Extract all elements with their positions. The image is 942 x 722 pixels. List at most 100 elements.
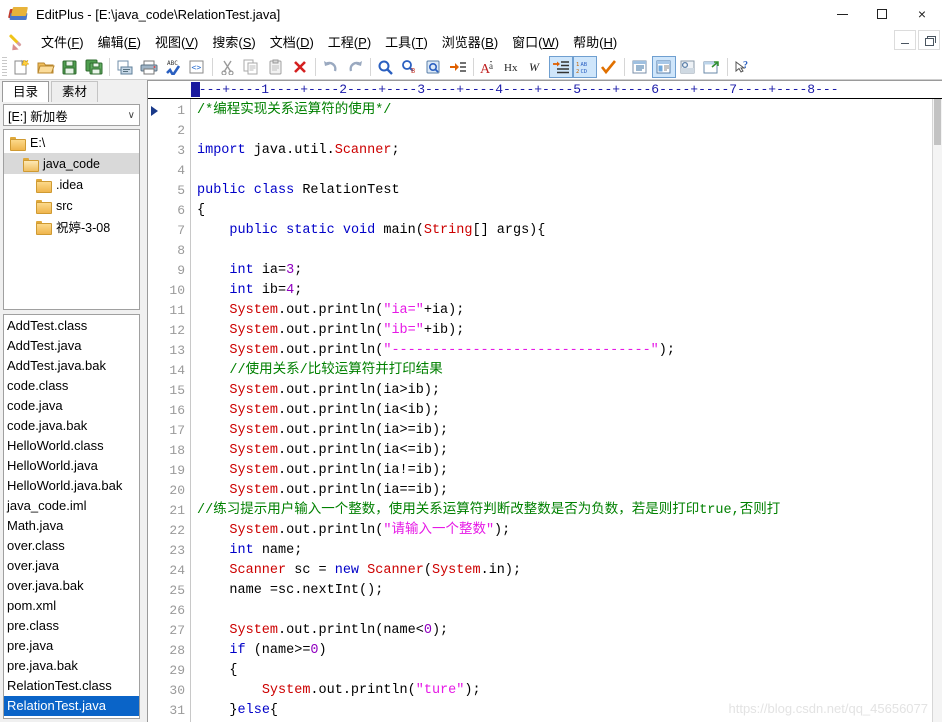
indent-icon[interactable] <box>549 55 573 78</box>
print-preview-icon[interactable] <box>113 56 137 78</box>
file-list-item[interactable]: pre.java.bak <box>4 656 139 676</box>
menu-tools[interactable]: 工具(T) <box>378 29 435 54</box>
find-in-files-icon[interactable] <box>422 56 446 78</box>
output-window-icon[interactable] <box>676 56 700 78</box>
find-icon[interactable] <box>374 56 398 78</box>
code-line[interactable]: System.out.println(ia>=ib); <box>197 421 942 441</box>
code-line[interactable]: public class RelationTest <box>197 181 942 201</box>
copy-icon[interactable] <box>240 56 264 78</box>
code-line[interactable] <box>197 601 942 621</box>
menu-edit[interactable]: 编辑(E) <box>91 29 148 54</box>
folder-tree[interactable]: E:\ java_code .idea src 祝婷-3-08 <box>3 129 140 310</box>
code-line[interactable]: int ia=3; <box>197 261 942 281</box>
menu-view[interactable]: 视图(V) <box>148 29 205 54</box>
menu-help[interactable]: 帮助(H) <box>566 29 624 54</box>
file-list-item[interactable]: pre.class <box>4 616 139 636</box>
code-line[interactable]: if (name>=0) <box>197 641 942 661</box>
file-list-item[interactable]: java_code.iml <box>4 496 139 516</box>
code-line[interactable]: System.out.println("ib="+ib); <box>197 321 942 341</box>
file-list-item[interactable]: HelloWorld.java.bak <box>4 476 139 496</box>
file-list-item[interactable]: RelationTest.java <box>4 696 139 716</box>
menu-window[interactable]: 窗口(W) <box>505 29 566 54</box>
word-wrap-icon[interactable]: W <box>525 56 549 78</box>
code-line[interactable] <box>197 161 942 181</box>
file-list-item[interactable]: RelationTest.java.bak <box>4 716 139 718</box>
undo-icon[interactable] <box>319 56 343 78</box>
code-text[interactable]: /*编程实现关系运算符的使用*/ import java.util.Scanne… <box>191 99 942 722</box>
maximize-button[interactable] <box>862 0 902 28</box>
goto-line-icon[interactable] <box>446 56 470 78</box>
file-list-item[interactable]: Math.java <box>4 516 139 536</box>
code-line[interactable]: name =sc.nextInt(); <box>197 581 942 601</box>
file-list-item[interactable]: code.class <box>4 376 139 396</box>
editor-vertical-scrollbar[interactable] <box>932 99 942 722</box>
code-line[interactable]: System.out.println(ia==ib); <box>197 481 942 501</box>
cut-icon[interactable] <box>216 56 240 78</box>
tree-item[interactable]: .idea <box>4 174 139 195</box>
tree-item[interactable]: E:\ <box>4 132 139 153</box>
menu-file[interactable]: 文件(F) <box>34 29 91 54</box>
code-line[interactable]: }else{ <box>197 701 942 721</box>
mdi-minimize-button[interactable] <box>894 30 916 50</box>
document-selector-icon[interactable] <box>628 56 652 78</box>
change-case-icon[interactable]: Aa <box>477 56 501 78</box>
file-list-item[interactable]: pre.java <box>4 636 139 656</box>
code-line[interactable]: System.out.println("请输入一个整数"); <box>197 521 942 541</box>
menu-document[interactable]: 文档(D) <box>263 29 321 54</box>
menu-search[interactable]: 搜索(S) <box>205 29 262 54</box>
code-line[interactable]: System.out.println(name<0); <box>197 621 942 641</box>
code-line[interactable]: { <box>197 661 942 681</box>
code-line[interactable]: public static void main(String[] args){ <box>197 221 942 241</box>
tab-directory[interactable]: 目录 <box>2 81 50 102</box>
print-icon[interactable] <box>137 56 161 78</box>
redo-icon[interactable] <box>343 56 367 78</box>
tree-item[interactable]: 祝婷-3-08 <box>4 216 139 237</box>
scrollbar-thumb[interactable] <box>934 99 941 145</box>
toolbar-grip[interactable] <box>2 56 7 77</box>
menu-browser[interactable]: 浏览器(B) <box>435 29 505 54</box>
file-list-item[interactable]: HelloWorld.java <box>4 456 139 476</box>
open-file-icon[interactable] <box>34 56 58 78</box>
code-line[interactable]: System.out.println("ture"); <box>197 681 942 701</box>
code-line[interactable]: Scanner sc = new Scanner(System.in); <box>197 561 942 581</box>
file-list-item[interactable]: RelationTest.class <box>4 676 139 696</box>
file-list-item[interactable]: AddTest.class <box>4 316 139 336</box>
file-list-item[interactable]: HelloWorld.class <box>4 436 139 456</box>
file-list[interactable]: AddTest.class AddTest.java AddTest.java.ba… <box>3 314 140 719</box>
file-list-item[interactable]: AddTest.java <box>4 336 139 356</box>
code-line[interactable]: //练习提示用户输入一个整数，使用关系运算符判断改整数是否为负数，若是则打印tr… <box>197 501 942 521</box>
spell-check-icon[interactable]: ABC <box>161 56 185 78</box>
tree-item[interactable]: src <box>4 195 139 216</box>
file-list-item[interactable]: code.java <box>4 396 139 416</box>
mdi-restore-button[interactable] <box>918 30 940 50</box>
code-line[interactable] <box>197 241 942 261</box>
code-line[interactable]: System.out.println(ia<=ib); <box>197 441 942 461</box>
file-list-item[interactable]: over.java <box>4 556 139 576</box>
context-help-icon[interactable]: ? <box>731 56 755 78</box>
hex-view-icon[interactable]: Hx <box>501 56 525 78</box>
code-line[interactable]: System.out.println(ia<ib); <box>197 401 942 421</box>
code-line[interactable]: //使用关系/比较运算符并打印结果 <box>197 361 942 381</box>
file-list-item[interactable]: code.java.bak <box>4 416 139 436</box>
close-button[interactable]: × <box>902 0 942 28</box>
code-line[interactable]: int ib=4; <box>197 281 942 301</box>
drive-selector[interactable]: [E:] 新加卷 ∨ <box>3 104 140 126</box>
file-list-item[interactable]: over.class <box>4 536 139 556</box>
file-list-item[interactable]: pom.xml <box>4 596 139 616</box>
directory-window-icon[interactable] <box>652 55 676 78</box>
save-icon[interactable] <box>58 56 82 78</box>
menu-project[interactable]: 工程(P) <box>321 29 378 54</box>
code-line[interactable]: int name; <box>197 541 942 561</box>
code-line[interactable]: import java.util.Scanner; <box>197 141 942 161</box>
code-line[interactable]: /*编程实现关系运算符的使用*/ <box>197 101 942 121</box>
tree-item[interactable]: java_code <box>4 153 139 174</box>
check-icon[interactable] <box>597 56 621 78</box>
code-line[interactable]: System.out.println("--------------------… <box>197 341 942 361</box>
browser-preview-icon[interactable] <box>700 56 724 78</box>
delete-icon[interactable] <box>288 56 312 78</box>
paste-icon[interactable] <box>264 56 288 78</box>
file-list-item[interactable]: over.java.bak <box>4 576 139 596</box>
new-document-icon[interactable] <box>10 56 34 78</box>
save-all-icon[interactable] <box>82 56 106 78</box>
sort-lines-icon[interactable]: 1 AB 2 CD <box>573 55 597 78</box>
